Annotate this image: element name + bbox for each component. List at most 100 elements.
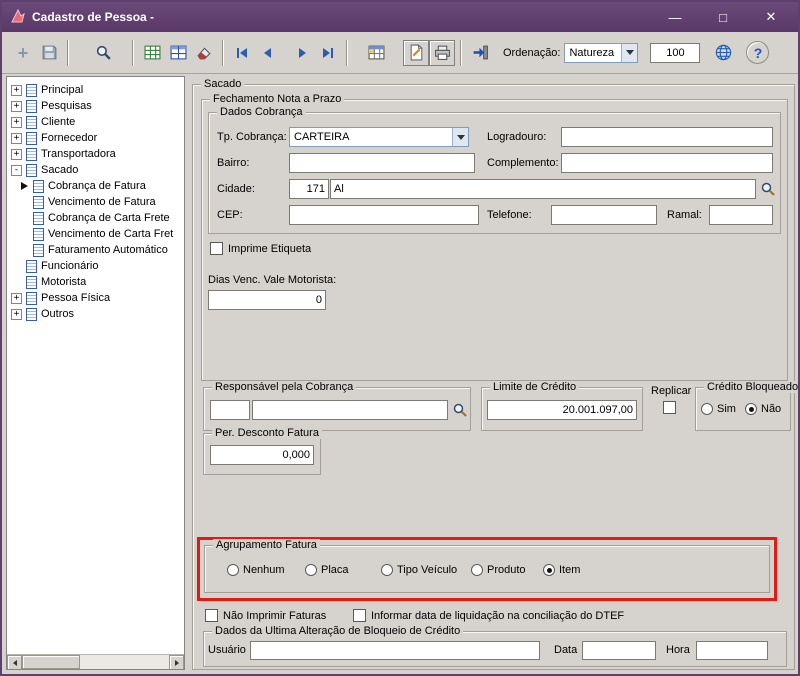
tree-horizontal-scrollbar[interactable] (7, 654, 184, 669)
radio-tipo-veiculo[interactable]: Tipo Veículo (381, 564, 457, 576)
last-record-button[interactable] (315, 40, 341, 66)
search-button[interactable] (90, 40, 116, 66)
scrollbar-thumb[interactable] (22, 655, 80, 669)
expand-icon[interactable]: + (11, 100, 22, 112)
expand-icon[interactable]: + (11, 148, 22, 160)
tree-item-vencimento-de-carta-frete[interactable]: Vencimento de Carta Fret (7, 226, 184, 242)
responsavel-name-input[interactable] (252, 400, 448, 420)
document-pencil-icon (410, 44, 422, 61)
nao-imprimir-faturas-checkbox[interactable]: ✓ Não Imprimir Faturas (205, 609, 326, 622)
cidade-search-button[interactable] (758, 179, 778, 199)
ramal-label: Ramal: (667, 209, 702, 221)
spreadsheet-button[interactable] (363, 40, 389, 66)
radio-produto[interactable]: Produto (471, 564, 526, 576)
data-input[interactable] (582, 641, 656, 660)
collapse-icon[interactable]: - (11, 164, 22, 176)
previous-record-button[interactable] (255, 40, 281, 66)
cidade-name-input[interactable] (330, 179, 756, 199)
table-view-button[interactable] (165, 40, 191, 66)
tree-item-cobranca-de-fatura[interactable]: Cobrança de Fatura (7, 178, 184, 194)
tree-item-principal[interactable]: + Principal (7, 82, 184, 98)
notebook-icon (26, 83, 37, 97)
tree-item-cobranca-de-carta-frete[interactable]: Cobrança de Carta Frete (7, 210, 184, 226)
add-record-button[interactable]: + (10, 40, 36, 66)
ordenacao-select[interactable]: Natureza (564, 42, 639, 63)
page-icon (33, 195, 44, 209)
tree-item-label: Fornecedor (41, 132, 98, 144)
expand-icon[interactable]: + (11, 84, 22, 96)
radio-item[interactable]: Item (543, 564, 580, 576)
hora-input[interactable] (696, 641, 768, 660)
tree-item-outros[interactable]: + Outros (7, 306, 184, 322)
print-button[interactable] (429, 39, 455, 66)
dados-cobranca-groupbox: Dados Cobrança Tp. Cobrança: CARTEIRA Lo… (208, 106, 781, 234)
maximize-icon[interactable]: □ (712, 7, 734, 27)
imprime-etiqueta-checkbox[interactable]: ✓ Imprime Etiqueta (210, 242, 311, 255)
expand-icon[interactable]: + (11, 132, 22, 144)
tp-cobranca-select[interactable]: CARTEIRA (289, 127, 469, 147)
chevron-down-icon[interactable] (452, 128, 468, 146)
informar-data-liquidacao-checkbox[interactable]: ✓ Informar data de liquidação na concili… (353, 609, 624, 622)
toolbar-separator (132, 39, 134, 66)
replicar-checkbox[interactable]: ✓ (663, 401, 676, 414)
minimize-icon[interactable]: — (664, 7, 686, 27)
tree-item-faturamento-automatico[interactable]: Faturamento Automático (7, 242, 184, 258)
hora-label: Hora (666, 644, 690, 656)
tree-item-transportadora[interactable]: + Transportadora (7, 146, 184, 162)
limite-credito-input[interactable] (487, 400, 637, 420)
expand-icon[interactable]: + (11, 308, 22, 320)
bairro-input[interactable] (289, 153, 475, 173)
responsavel-search-button[interactable] (450, 400, 470, 420)
export-button[interactable] (467, 40, 493, 66)
tree-item-fornecedor[interactable]: + Fornecedor (7, 130, 184, 146)
checkbox-box: ✓ (205, 609, 218, 622)
per-desconto-input[interactable] (210, 445, 314, 465)
titlebar: Cadastro de Pessoa - — □ ✕ (2, 2, 798, 32)
expand-icon[interactable]: + (11, 116, 22, 128)
radio-nenhum[interactable]: Nenhum (227, 564, 285, 576)
grid-export-button[interactable] (139, 40, 165, 66)
tree-item-label: Faturamento Automático (48, 244, 168, 256)
scroll-right-button[interactable] (169, 655, 184, 669)
record-count-input[interactable] (650, 42, 701, 63)
clear-button[interactable] (191, 40, 217, 66)
radio-placa[interactable]: Placa (305, 564, 349, 576)
radio-label: Não (761, 403, 782, 415)
ordenacao-value: Natureza (569, 46, 615, 59)
new-document-button[interactable] (403, 39, 429, 66)
web-help-button[interactable] (710, 40, 736, 66)
next-record-button[interactable] (289, 40, 315, 66)
expand-icon[interactable]: + (11, 292, 22, 304)
cidade-code-input[interactable] (289, 179, 329, 199)
tree-item-sacado[interactable]: - Sacado (7, 162, 184, 178)
logradouro-input[interactable] (561, 127, 773, 147)
chevron-down-icon[interactable] (621, 43, 638, 62)
save-button[interactable] (36, 40, 62, 66)
first-record-button[interactable] (229, 40, 255, 66)
page-icon (33, 243, 44, 257)
tree-item-vencimento-de-fatura[interactable]: Vencimento de Fatura (7, 194, 184, 210)
cep-input[interactable] (289, 205, 479, 225)
telefone-input[interactable] (551, 205, 657, 225)
radio-sim[interactable]: Sim (701, 403, 736, 415)
scrollbar-track[interactable] (22, 655, 169, 669)
usuario-input[interactable] (250, 641, 540, 660)
radio-nao[interactable]: Não (745, 403, 781, 415)
radio-label: Placa (321, 564, 349, 576)
ramal-input[interactable] (709, 205, 773, 225)
toolbar-separator (346, 39, 348, 66)
limite-credito-groupbox: Limite de Crédito (481, 381, 643, 431)
tree-item-cliente[interactable]: + Cliente (7, 114, 184, 130)
scroll-left-button[interactable] (7, 655, 22, 669)
help-button[interactable]: ? (746, 41, 770, 64)
radio-label: Nenhum (243, 564, 285, 576)
responsavel-code-input[interactable] (210, 400, 250, 420)
close-icon[interactable]: ✕ (760, 7, 782, 27)
tree-item-motorista[interactable]: Motorista (7, 274, 184, 290)
tree-item-pesquisas[interactable]: + Pesquisas (7, 98, 184, 114)
tree-item-funcionario[interactable]: Funcionário (7, 258, 184, 274)
complemento-input[interactable] (561, 153, 773, 173)
notebook-icon (26, 99, 37, 113)
tree-item-pessoa-fisica[interactable]: + Pessoa Física (7, 290, 184, 306)
dias-venc-input[interactable] (208, 290, 326, 310)
